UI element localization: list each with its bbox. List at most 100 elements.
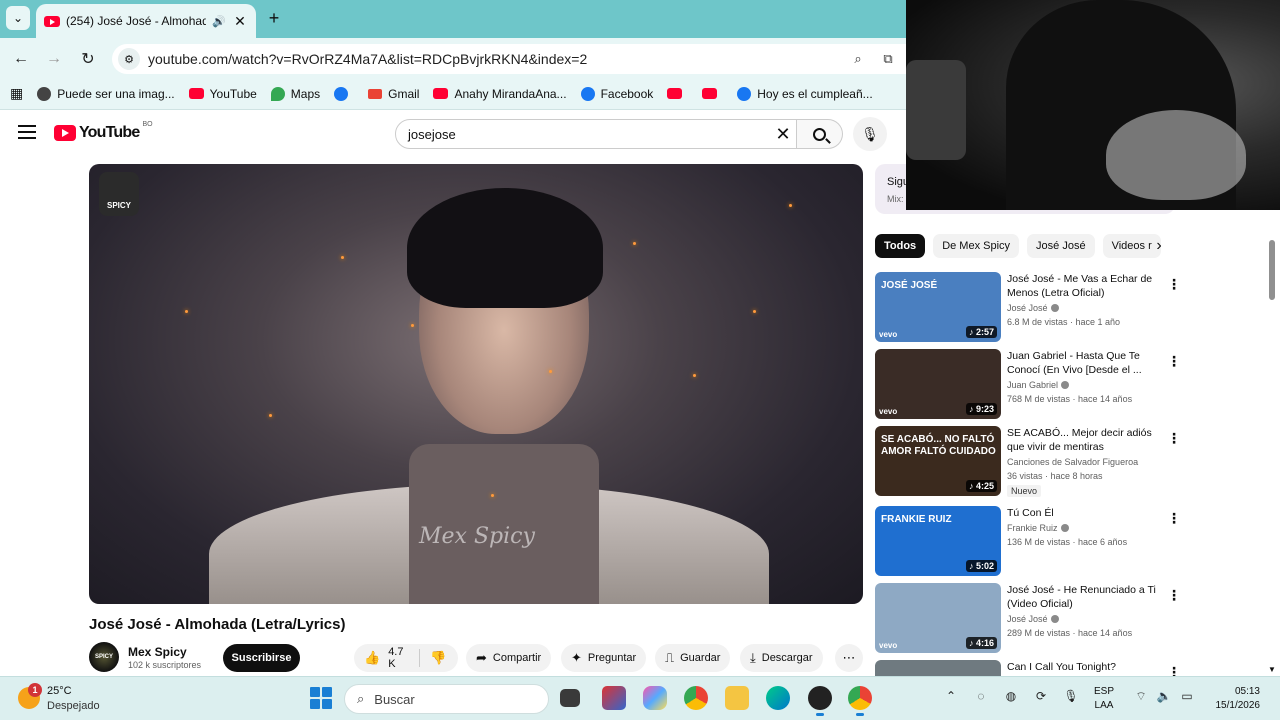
- language-indicator[interactable]: ESP LAA: [1094, 685, 1114, 713]
- url-text[interactable]: youtube.com/watch?v=RvOrRZ4Ma7A&list=RDC…: [148, 51, 846, 67]
- video-thumbnail[interactable]: vevo ♪ 9:23: [875, 349, 1001, 419]
- tray-app-icon[interactable]: ◌: [971, 689, 991, 703]
- tray-app-icon[interactable]: ◍: [1001, 689, 1021, 703]
- speaker-icon[interactable]: 🔈: [1154, 689, 1174, 703]
- system-clock[interactable]: 05:13 15/1/2026: [1200, 685, 1261, 713]
- recommendation-title[interactable]: Juan Gabriel - Hasta Que Te Conocí (En V…: [1007, 349, 1159, 377]
- chrome-icon[interactable]: [684, 686, 708, 710]
- task-view-icon[interactable]: [560, 689, 580, 707]
- scroll-down-arrow-icon[interactable]: ▼: [1268, 665, 1276, 674]
- edge-icon[interactable]: [766, 686, 790, 710]
- bookmark-item[interactable]: Gmail: [368, 87, 419, 101]
- bookmark-item[interactable]: Maps: [270, 86, 320, 101]
- bookmark-item[interactable]: Anahy MirandaAna...: [433, 87, 567, 101]
- site-info-icon[interactable]: ⚙: [118, 48, 140, 70]
- like-button[interactable]: 👍 4.7 K: [354, 646, 420, 670]
- chrome-profile-icon[interactable]: [848, 686, 872, 716]
- video-thumbnail[interactable]: vevo ♪ 4:16: [875, 583, 1001, 653]
- chevron-right-icon[interactable]: ›: [1150, 234, 1168, 258]
- share-button[interactable]: ➦ Compartir: [466, 644, 552, 672]
- page-scrollbar[interactable]: ▼: [1268, 210, 1276, 674]
- chevron-up-icon[interactable]: ⌃: [941, 689, 961, 703]
- address-bar[interactable]: ⚙ youtube.com/watch?v=RvOrRZ4Ma7A&list=R…: [112, 44, 906, 74]
- more-vertical-icon[interactable]: ⋮: [1167, 276, 1181, 293]
- recommendation-title[interactable]: Can I Call You Tonight?: [1007, 660, 1159, 674]
- recommendation-title[interactable]: SE ACABÓ... Mejor decir adiós que vivir …: [1007, 426, 1159, 454]
- bookmark-item[interactable]: Hoy es el cumpleañ...: [737, 86, 873, 101]
- save-button[interactable]: ⎍ Guardar: [655, 644, 731, 672]
- spark: [633, 242, 636, 245]
- recommendation-meta: 6.8 M de vistas · hace 1 año: [1007, 317, 1121, 327]
- spark: [341, 256, 344, 259]
- recommendation-channel[interactable]: José José: [1007, 614, 1159, 624]
- recommendation-title[interactable]: José José - Me Vas a Echar de Menos (Let…: [1007, 272, 1159, 300]
- recommendation-channel[interactable]: Juan Gabriel: [1007, 380, 1159, 390]
- chip-jose-jose[interactable]: José José: [1027, 234, 1095, 258]
- recommendation-channel[interactable]: Canciones de Salvador Figueroa: [1007, 457, 1159, 467]
- more-vertical-icon[interactable]: ⋮: [1167, 510, 1181, 527]
- bookmark-item[interactable]: Facebook: [580, 86, 653, 101]
- video-thumbnail[interactable]: JOSÉ JOSÉ vevo ♪ 2:57: [875, 272, 1001, 342]
- microphone-icon[interactable]: 🎙: [1061, 689, 1081, 703]
- recommendation-title[interactable]: José José - He Renunciado a Ti (Video Of…: [1007, 583, 1159, 611]
- windows-start-icon[interactable]: [310, 687, 332, 709]
- tray-app-icon[interactable]: ⟳: [1031, 689, 1051, 703]
- bookmark-item[interactable]: [334, 86, 354, 101]
- install-app-icon[interactable]: ⧉: [876, 51, 900, 67]
- youtube-logo[interactable]: YouTube BO: [54, 121, 153, 142]
- dislike-button[interactable]: 👎: [420, 650, 456, 666]
- recommendation-item[interactable]: vevo ♪ 9:23 Juan Gabriel - Hasta Que Te Co…: [875, 349, 1181, 421]
- scrollbar-thumb[interactable]: [1269, 240, 1275, 300]
- chip-from-channel[interactable]: De Mex Spicy: [933, 234, 1020, 258]
- file-explorer-icon[interactable]: [725, 686, 749, 710]
- battery-icon[interactable]: ▭: [1177, 689, 1197, 703]
- search-input[interactable]: josejose ✕: [395, 119, 797, 149]
- chip-all[interactable]: Todos: [875, 234, 926, 258]
- search-button[interactable]: [797, 119, 843, 149]
- weather-widget[interactable]: 1 25°C Despejado: [18, 683, 128, 715]
- ask-button[interactable]: ✦ Preguntar: [561, 644, 647, 672]
- recommendation-item[interactable]: SE ACABÓ... NO FALTÓ AMOR FALTÓ CUIDADO ♪…: [875, 426, 1181, 498]
- download-button[interactable]: ⤓ Descargar: [740, 644, 823, 672]
- speaker-icon[interactable]: 🔊: [212, 15, 226, 28]
- zoom-icon[interactable]: ⌕: [846, 51, 870, 67]
- recommendation-channel[interactable]: Frankie Ruiz: [1007, 523, 1159, 533]
- gallery-app-icon[interactable]: [602, 686, 626, 710]
- more-vertical-icon[interactable]: ⋮: [1167, 587, 1181, 604]
- video-player[interactable]: SPICY Mex Spicy: [89, 164, 863, 604]
- video-thumbnail[interactable]: SE ACABÓ... NO FALTÓ AMOR FALTÓ CUIDADO ♪…: [875, 426, 1001, 496]
- new-tab-button[interactable]: +: [264, 8, 284, 29]
- taskbar-search[interactable]: ⌕ Buscar: [344, 684, 549, 714]
- copilot-icon[interactable]: [643, 686, 667, 710]
- clear-search-icon[interactable]: ✕: [770, 124, 796, 145]
- bookmark-item[interactable]: [702, 88, 723, 99]
- recommendation-item[interactable]: JOSÉ JOSÉ vevo ♪ 2:57 José José - Me Vas a …: [875, 272, 1181, 344]
- apps-grid-icon[interactable]: ▦: [10, 85, 23, 102]
- tab-close-icon[interactable]: ✕: [232, 13, 248, 30]
- back-arrow-icon[interactable]: ←: [10, 48, 32, 70]
- media-player-icon[interactable]: [808, 686, 832, 716]
- browser-tab-active[interactable]: (254) José José - Almohada 🔊 ✕: [36, 4, 256, 38]
- channel-name[interactable]: Mex Spicy: [128, 645, 187, 659]
- recommendation-title[interactable]: Tú Con Él: [1007, 506, 1159, 520]
- more-vertical-icon[interactable]: ⋮: [1167, 353, 1181, 370]
- channel-avatar[interactable]: SPICY: [89, 642, 119, 672]
- more-vertical-icon[interactable]: ⋮: [1167, 430, 1181, 447]
- wifi-icon[interactable]: ⌔: [1131, 689, 1151, 704]
- recommendation-channel[interactable]: José José: [1007, 303, 1159, 313]
- bookmark-item[interactable]: [667, 88, 688, 99]
- video-thumbnail[interactable]: FRANKIE RUIZ ♪ 5:02: [875, 506, 1001, 576]
- bookmark-item[interactable]: YouTube: [188, 87, 257, 101]
- recommendation-item[interactable]: FRANKIE RUIZ ♪ 5:02 Tú Con Él Frankie Ruiz 1…: [875, 506, 1181, 578]
- recommendation-item[interactable]: vevo ♪ 4:16 José José - He Renunciado a Ti…: [875, 583, 1181, 655]
- search-query[interactable]: josejose: [408, 127, 770, 142]
- reload-icon[interactable]: ↻: [77, 48, 99, 70]
- menu-icon[interactable]: [18, 125, 36, 139]
- subscribe-button[interactable]: Suscribirse: [223, 644, 300, 672]
- clock-date: 15/1/2026: [1215, 700, 1261, 711]
- more-actions-button[interactable]: ⋯: [835, 644, 863, 672]
- voice-search-button[interactable]: 🎙: [853, 117, 887, 151]
- tab-search-button[interactable]: ⌄: [6, 6, 30, 30]
- bookmark-item[interactable]: Puede ser una imag...: [37, 86, 175, 101]
- forward-arrow-icon[interactable]: →: [43, 48, 65, 70]
